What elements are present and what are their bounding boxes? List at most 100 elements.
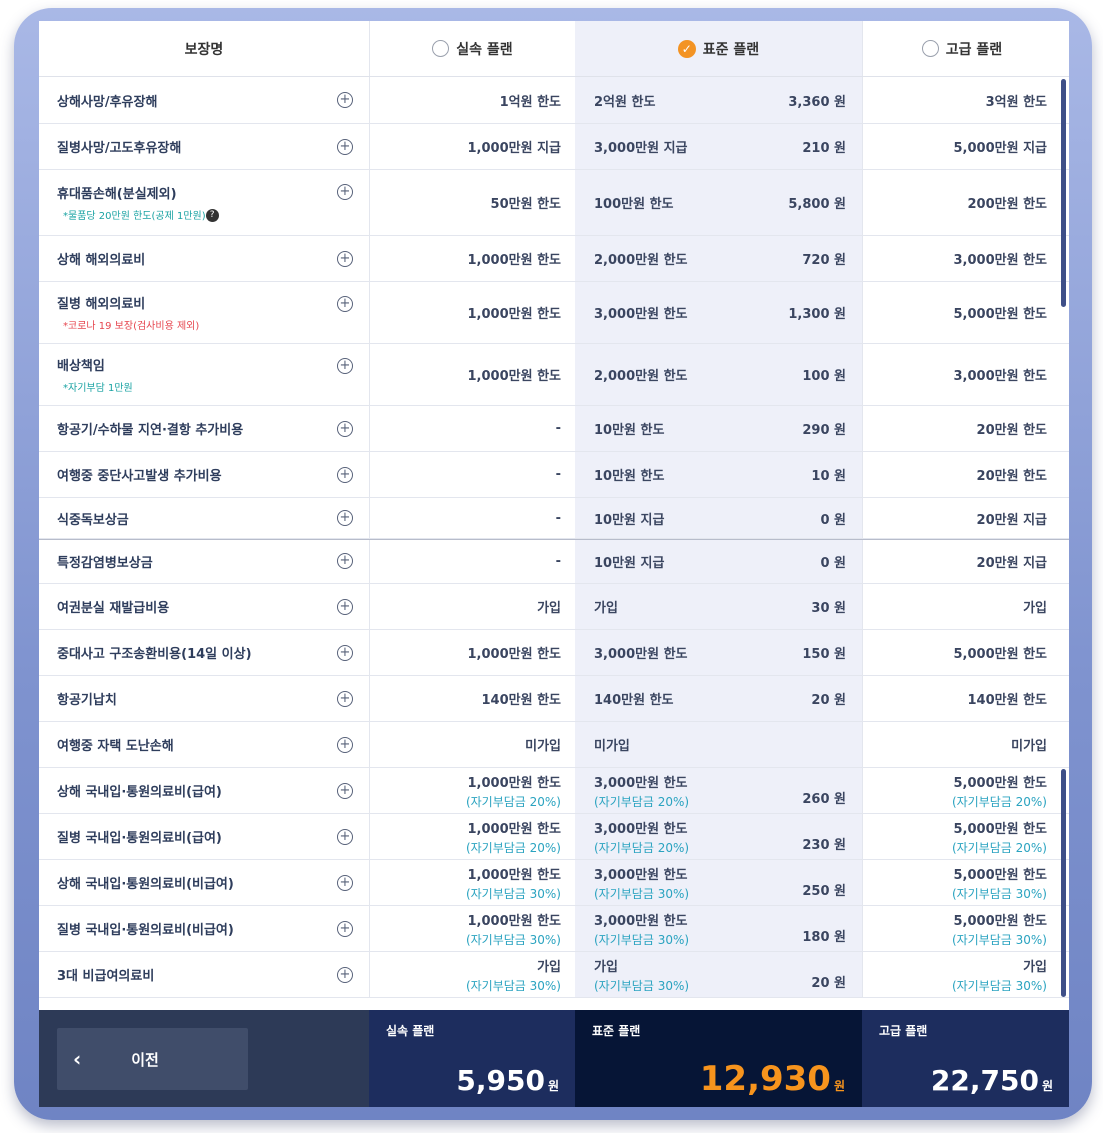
plan-basic-value: 1,000만원 한도 [467,775,562,791]
plan-standard-values: 3,000만원 한도 (자기부담금 30%) [594,910,689,948]
premium-price: 180 원 [802,930,846,945]
coverage-name-wrap: 특정감염병보상금 [57,552,153,571]
plan-basic-value: 가입 [537,601,561,616]
coverage-name-wrap: 휴대품손해(분실제외) *물품당 20만원 한도(공제 1만원)? [57,183,219,223]
total-amount: 22,750 [930,1064,1039,1097]
plan-premium-deductible: (자기부담금 30%) [951,886,1047,901]
currency-unit: 원 [547,1079,559,1093]
plan-basic-value: - [555,510,561,526]
plan-standard-value: 10만원 지급 [594,512,665,528]
table-row: 3대 비급여의료비 + 가입 (자기부담금 30%) 가입 (자기부담금 30%) 20 원… [39,952,1069,998]
expand-plus-icon[interactable]: + [337,420,353,437]
coverage-name-cell: 질병 국내입·통원의료비(급여) + [39,814,369,859]
expand-plus-icon[interactable]: + [337,920,353,937]
plan-standard-values: 3,000만원 한도 (자기부담금 20%) [594,772,689,810]
plan-premium-value: 140만원 한도 [967,693,1047,708]
footer-plan-basic[interactable]: 실속 플랜 5,950 원 [369,1010,575,1107]
chevron-left-icon: ‹ [73,1047,82,1071]
plan-premium-cell: 140만원 한도 [862,676,1061,721]
plan-basic-cell: 가입 (자기부담금 30%) [369,952,575,997]
prev-button[interactable]: ‹ 이전 [57,1028,248,1090]
coverage-name-wrap: 상해사망/후유장해 [57,91,157,110]
footer-plan-premium[interactable]: 고급 플랜 22,750 원 [862,1010,1069,1107]
plan-option-premium[interactable]: 고급 플랜 [862,21,1061,76]
footer-plan-standard[interactable]: 표준 플랜 12,930 원 [575,1010,862,1107]
plan-standard-values: 10만원 지급 [594,552,664,571]
plan-standard-cell: 10만원 한도 290 원 [575,406,862,451]
plan-premium-cell: 20만원 지급 [862,498,1061,538]
plan-standard-cell: 2,000만원 한도 720 원 [575,236,862,281]
expand-plus-icon[interactable]: + [337,736,353,753]
coverage-name-wrap: 3대 비급여의료비 [57,965,154,984]
coverage-name: 상해사망/후유장해 [57,94,158,110]
coverage-name: 항공기/수하물 지연·결항 추가비용 [57,423,244,438]
expand-plus-icon[interactable]: + [337,510,353,526]
coverage-name: 3대 비급여의료비 [57,969,155,984]
expand-plus-icon[interactable]: + [337,296,353,312]
radio-unchecked-icon[interactable] [432,40,450,57]
footer-nav: ‹ 이전 [39,1010,369,1107]
plan-premium-cell: 20만원 한도 [862,406,1061,451]
plan-standard-value: 3,000만원 한도 [594,821,688,837]
expand-plus-icon[interactable]: + [337,184,353,200]
expand-plus-icon[interactable]: + [337,466,353,483]
check-circle-icon[interactable]: ✓ [677,39,696,58]
plan-standard-cell: 10만원 한도 10 원 [575,452,862,497]
scrollbar-thumb-lower[interactable] [1061,769,1066,997]
expand-plus-icon[interactable]: + [337,358,353,374]
coverage-name-cell: 항공기납치 + [39,676,369,721]
coverage-note-text: *코로나 19 보장(검사비용 제외) [63,321,200,332]
plan-basic-cell: 1,000만원 한도 (자기부담금 20%) [369,768,575,813]
coverage-note-text: *물품당 20만원 한도(공제 1만원) [63,210,206,222]
plan-standard-values: 2,000만원 한도 [594,365,688,384]
plan-basic-cell: 가입 [369,584,575,629]
expand-plus-icon[interactable]: + [337,644,353,661]
plan-premium-cell: 5,000만원 한도 (자기부담금 20%) [862,768,1061,813]
plan-standard-value: 100만원 한도 [594,197,674,212]
table-header: 보장명 실속 플랜 ✓ 표준 플랜 고급 플랜 [39,21,1069,77]
plan-basic-cell: 미가입 [369,722,575,767]
premium-price: 260 원 [802,792,846,807]
plan-option-basic[interactable]: 실속 플랜 [369,21,575,76]
expand-plus-icon[interactable]: + [337,553,353,569]
expand-plus-icon[interactable]: + [337,782,353,799]
plan-standard-value: 가입 [594,959,618,975]
plan-standard-cell: 3,000만원 지급 210 원 [575,124,862,169]
plan-basic-cell: 1,000만원 지급 [369,124,575,169]
expand-plus-icon[interactable]: + [337,828,353,845]
plan-basic-cell: 1억원 한도 [369,77,575,123]
plan-premium-value: 미가입 [1011,739,1047,754]
radio-unchecked-icon[interactable] [921,40,939,57]
plan-premium-value: 200만원 한도 [967,197,1047,212]
expand-plus-icon[interactable]: + [337,874,353,891]
plan-standard-deductible: (자기부담금 30%) [594,886,690,901]
coverage-name-cell: 배상책임 *자기부담 1만원 + [39,344,369,405]
plan-basic-cell: 1,000만원 한도 [369,344,575,405]
premium-price: 20 원 [811,976,846,991]
scrollbar-thumb[interactable] [1061,79,1066,307]
plan-option-standard[interactable]: ✓ 표준 플랜 [575,21,862,76]
plan-standard-value: 미가입 [594,739,630,754]
plan-basic-value: - [555,421,561,436]
plan-standard-value: 3,000만원 한도 [594,647,688,662]
expand-plus-icon[interactable]: + [337,690,353,707]
plan-premium-cell: 20만원 지급 [862,539,1061,583]
coverage-name-cell: 여행중 자택 도난손해 + [39,722,369,767]
expand-plus-icon[interactable]: + [337,250,353,267]
coverage-name: 여행중 자택 도난손해 [57,739,174,754]
plan-basic-value: 1,000만원 한도 [467,307,562,322]
coverage-name-wrap: 질병 국내입·통원의료비(급여) [57,827,222,846]
coverage-name-cell: 질병 해외의료비 *코로나 19 보장(검사비용 제외) + [39,282,369,343]
plan-basic-value: 1억원 한도 [499,94,561,110]
expand-plus-icon[interactable]: + [337,138,353,155]
expand-plus-icon[interactable]: + [337,598,353,615]
expand-plus-icon[interactable]: + [337,966,353,983]
plan-premium-cell: 5,000만원 한도 (자기부담금 20%) [862,814,1061,859]
coverage-name-cell: 3대 비급여의료비 + [39,952,369,997]
help-icon[interactable]: ? [205,209,219,223]
coverage-name-cell: 상해 국내입·통원의료비(급여) + [39,768,369,813]
table-row: 질병 국내입·통원의료비(급여) +1,000만원 한도 (자기부담금 20%) 3,… [39,814,1069,860]
coverage-name: 여권분실 재발급비용 [57,601,170,616]
plan-premium-value: 3,000만원 한도 [953,253,1048,268]
expand-plus-icon[interactable]: + [337,92,353,108]
